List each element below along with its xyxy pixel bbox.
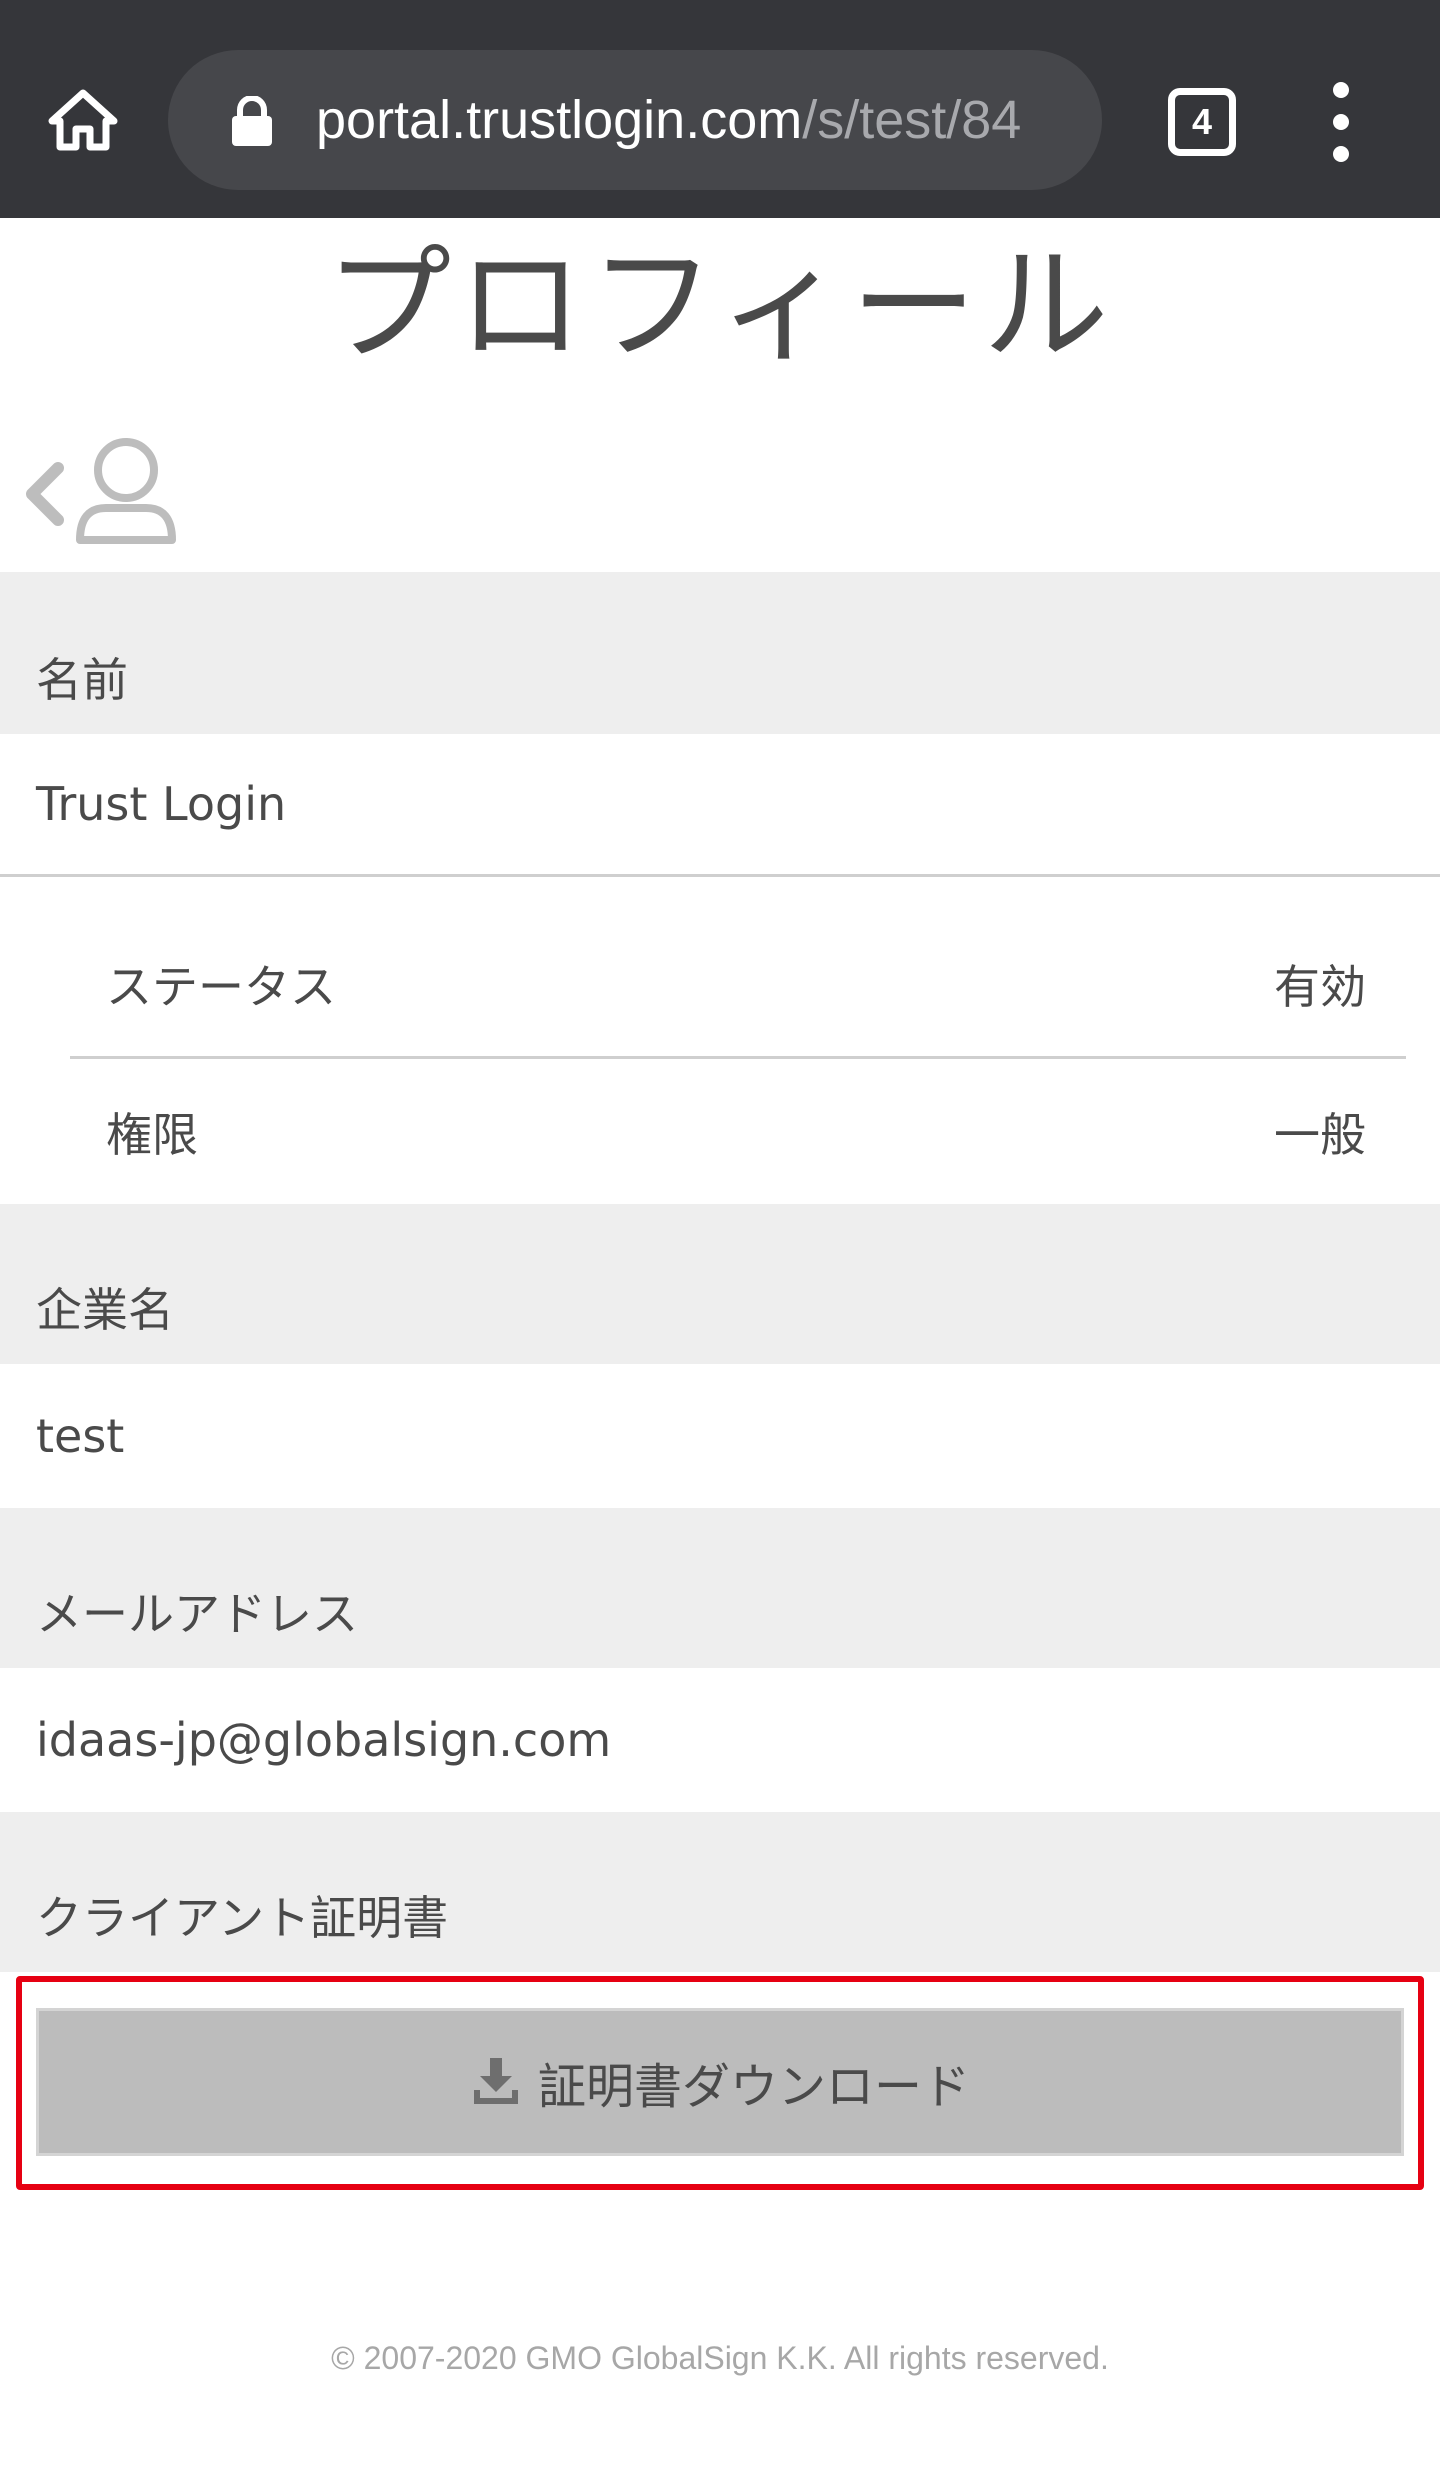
- name-label-row: 名前: [0, 572, 1440, 734]
- status-value: 有効: [1274, 960, 1366, 1014]
- download-icon: [473, 2058, 518, 2104]
- address-bar[interactable]: portal.trustlogin.com/s/test/84: [168, 50, 1102, 190]
- role-row: 権限 一般: [70, 1060, 1406, 1204]
- chevron-left-icon: [26, 462, 64, 526]
- email-label-row: メールアドレス: [0, 1508, 1440, 1668]
- url-path: /s/test/84: [802, 90, 1022, 150]
- browser-toolbar: portal.trustlogin.com/s/test/84 4: [0, 0, 1440, 218]
- lock-icon: [232, 96, 272, 146]
- menu-dot: [1333, 114, 1349, 130]
- company-label: 企業名: [36, 1283, 174, 1337]
- menu-dot: [1333, 82, 1349, 98]
- user-icon: [76, 438, 176, 544]
- email-value: idaas-jp@globalsign.com: [36, 1713, 612, 1767]
- home-icon: [48, 89, 118, 151]
- footer-copyright: © 2007-2020 GMO GlobalSign K.K. All righ…: [331, 2340, 1109, 2376]
- cert-label-row: クライアント証明書: [0, 1812, 1440, 1972]
- url-text: portal.trustlogin.com/s/test/84: [316, 50, 1021, 190]
- home-button[interactable]: [40, 77, 126, 163]
- tab-switcher-button[interactable]: 4: [1168, 88, 1236, 156]
- tab-count: 4: [1191, 101, 1213, 142]
- download-label: 証明書ダウンロード: [537, 2059, 970, 2115]
- more-menu-icon[interactable]: [1318, 82, 1364, 162]
- role-value: 一般: [1274, 1108, 1366, 1162]
- menu-dot: [1333, 146, 1349, 162]
- company-value: test: [36, 1409, 125, 1463]
- name-label: 名前: [36, 653, 128, 707]
- cert-label: クライアント証明書: [36, 1891, 449, 1945]
- back-button[interactable]: [14, 428, 184, 558]
- url-host: portal.trustlogin.com: [316, 90, 803, 150]
- status-label: ステータス: [106, 960, 336, 1014]
- page-title: プロフィール: [325, 232, 1115, 379]
- role-label: 権限: [106, 1108, 198, 1162]
- name-value: Trust Login: [36, 777, 287, 831]
- email-label: メールアドレス: [36, 1587, 358, 1641]
- company-label-row: 企業名: [0, 1204, 1440, 1364]
- certificate-download-button[interactable]: 証明書ダウンロード: [36, 2008, 1404, 2156]
- name-value-row: Trust Login: [0, 734, 1440, 874]
- email-value-row: idaas-jp@globalsign.com: [0, 1668, 1440, 1812]
- status-row: ステータス 有効: [70, 912, 1406, 1056]
- company-value-row: test: [0, 1364, 1440, 1508]
- divider: [0, 874, 1440, 877]
- divider: [70, 1056, 1406, 1059]
